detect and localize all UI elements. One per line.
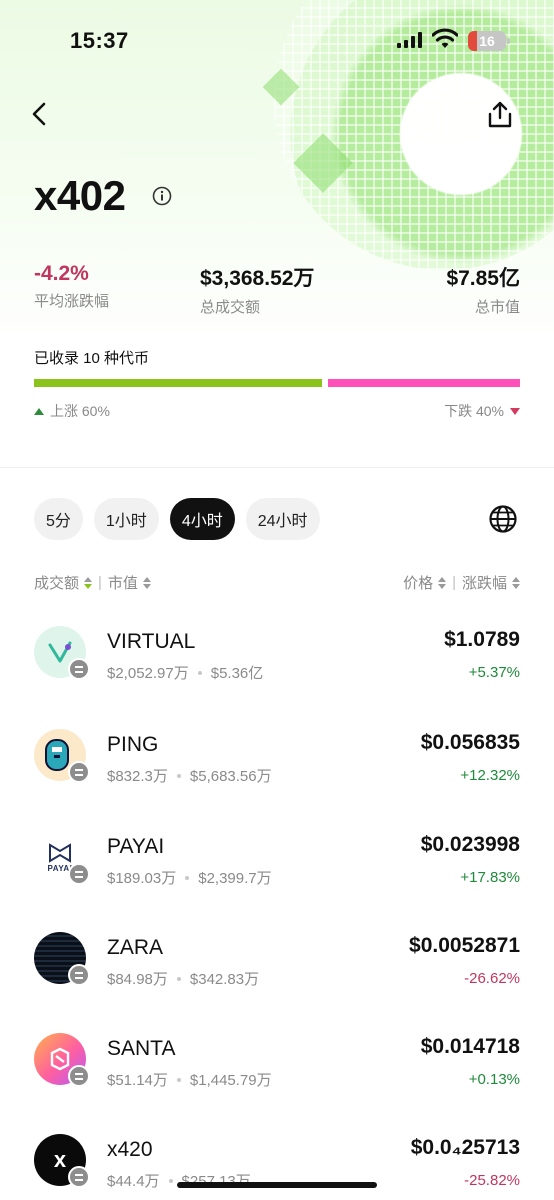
timeframe-tabs: 5分 1小时 4小时 24小时 bbox=[34, 498, 320, 540]
token-sub: $189.03万 $2,399.7万 bbox=[107, 867, 272, 888]
token-mcap: $2,399.7万 bbox=[198, 870, 272, 887]
falling-legend: 下跌 40% bbox=[444, 401, 520, 421]
token-row[interactable]: PAYAI PAYAI $189.03万 $2,399.7万 $0.023998… bbox=[0, 831, 554, 933]
down-triangle-icon bbox=[510, 407, 520, 415]
sort-header: 成交额 | 市值 价格 | 涨跌幅 bbox=[34, 572, 520, 594]
token-mcap: $5.36亿 bbox=[210, 665, 264, 682]
token-volume: $51.14万 bbox=[107, 1072, 168, 1089]
home-indicator[interactable] bbox=[177, 1182, 377, 1188]
token-row[interactable]: VIRTUAL $2,052.97万 $5.36亿 $1.0789 +5.37% bbox=[0, 626, 554, 728]
wifi-icon bbox=[432, 28, 458, 48]
share-icon[interactable] bbox=[485, 100, 515, 130]
status-bar: 15:37 16 bbox=[0, 0, 554, 84]
token-row[interactable]: ZARA $84.98万 $342.83万 $0.0052871 -26.62% bbox=[0, 932, 554, 1034]
token-row[interactable]: x x420 $44.4万 $257.13万 $0.0₄25713 -25.82… bbox=[0, 1134, 554, 1200]
token-volume: $44.4万 bbox=[107, 1173, 160, 1190]
token-row[interactable]: PING $832.3万 $5,683.56万 $0.056835 +12.32… bbox=[0, 729, 554, 831]
token-symbol: SANTA bbox=[107, 1037, 176, 1060]
section-divider bbox=[0, 467, 554, 468]
token-price: $0.023998 bbox=[420, 833, 520, 856]
stat-total-volume: $3,368.52万 总成交额 bbox=[200, 262, 314, 317]
sort-arrows-icon[interactable] bbox=[438, 576, 447, 589]
sort-by-mcap[interactable]: 市值 bbox=[108, 572, 138, 593]
cellular-signal-icon bbox=[397, 32, 422, 48]
base-chain-icon bbox=[68, 658, 90, 680]
sort-arrows-icon[interactable] bbox=[142, 576, 151, 589]
solana-chain-icon bbox=[68, 964, 90, 986]
stat-label: 总市值 bbox=[474, 299, 520, 316]
falling-ratio-bar bbox=[328, 379, 520, 387]
back-arrow-icon[interactable] bbox=[26, 100, 54, 128]
sort-by-change[interactable]: 涨跌幅 bbox=[462, 572, 507, 593]
token-row[interactable]: SANTA $51.14万 $1,445.79万 $0.014718 +0.13… bbox=[0, 1033, 554, 1135]
stat-total-mcap: $7.85亿 总市值 bbox=[446, 262, 520, 317]
token-change: +17.83% bbox=[460, 869, 520, 886]
token-symbol: VIRTUAL bbox=[107, 630, 196, 653]
base-chain-icon bbox=[68, 1166, 90, 1188]
rising-ratio-bar bbox=[34, 379, 322, 387]
token-change: +0.13% bbox=[468, 1071, 520, 1088]
rising-legend: 上涨 60% bbox=[34, 401, 110, 421]
token-sub: $2,052.97万 $5.36亿 bbox=[107, 662, 263, 683]
sort-by-volume[interactable]: 成交额 bbox=[34, 572, 79, 593]
token-symbol: PING bbox=[107, 733, 159, 756]
tab-4h[interactable]: 4小时 bbox=[169, 498, 235, 540]
status-time: 15:37 bbox=[70, 28, 129, 53]
token-sub: $84.98万 $342.83万 bbox=[107, 968, 259, 989]
token-price: $0.0052871 bbox=[409, 934, 520, 957]
tab-24h[interactable]: 24小时 bbox=[245, 498, 320, 540]
globe-icon[interactable] bbox=[488, 504, 518, 534]
sort-arrows-icon[interactable] bbox=[84, 576, 93, 589]
token-volume: $84.98万 bbox=[107, 971, 168, 988]
token-sub: $832.3万 $5,683.56万 bbox=[107, 765, 272, 786]
token-change: -26.62% bbox=[464, 970, 520, 987]
token-volume: $189.03万 bbox=[107, 870, 177, 887]
token-symbol: ZARA bbox=[107, 936, 164, 959]
base-chain-icon bbox=[68, 761, 90, 783]
battery-icon: 16 bbox=[468, 31, 510, 51]
sort-by-price[interactable]: 价格 bbox=[403, 572, 433, 593]
token-symbol: PAYAI bbox=[107, 835, 165, 858]
token-change: -25.82% bbox=[464, 1172, 520, 1189]
token-price: $1.0789 bbox=[444, 628, 520, 651]
token-mcap: $5,683.56万 bbox=[189, 768, 272, 785]
token-sub: $51.14万 $1,445.79万 bbox=[107, 1069, 272, 1090]
tab-5m[interactable]: 5分 bbox=[34, 498, 83, 540]
stat-value: $7.85亿 bbox=[446, 267, 520, 290]
stat-label: 平均涨跌幅 bbox=[34, 293, 110, 310]
rising-label: 上涨 60% bbox=[50, 403, 110, 419]
sort-arrows-icon[interactable] bbox=[512, 576, 520, 589]
base-chain-icon bbox=[68, 1065, 90, 1087]
info-icon[interactable] bbox=[152, 186, 172, 206]
page-title: x402 bbox=[34, 172, 126, 219]
tab-1h[interactable]: 1小时 bbox=[93, 498, 159, 540]
token-change: +5.37% bbox=[468, 664, 520, 681]
up-triangle-icon bbox=[34, 407, 44, 415]
token-symbol: x420 bbox=[107, 1138, 153, 1161]
stat-avg-change: -4.2% 平均涨跌幅 bbox=[34, 262, 109, 311]
stat-value: $3,368.52万 bbox=[200, 267, 315, 290]
coverage-text: 已收录 10 种代币 bbox=[34, 350, 150, 367]
stat-value: -4.2% bbox=[34, 262, 89, 285]
battery-level: 16 bbox=[479, 33, 495, 49]
solana-chain-icon bbox=[68, 863, 90, 885]
stat-label: 总成交额 bbox=[200, 299, 261, 316]
token-volume: $2,052.97万 bbox=[107, 665, 189, 682]
token-mcap: $342.83万 bbox=[189, 971, 260, 988]
token-price: $0.056835 bbox=[420, 731, 520, 754]
token-volume: $832.3万 bbox=[107, 768, 168, 785]
token-price: $0.0₄25713 bbox=[410, 1136, 520, 1159]
falling-label: 下跌 40% bbox=[444, 403, 504, 419]
token-price: $0.014718 bbox=[420, 1035, 520, 1058]
token-change: +12.32% bbox=[460, 767, 520, 784]
token-mcap: $1,445.79万 bbox=[189, 1072, 272, 1089]
